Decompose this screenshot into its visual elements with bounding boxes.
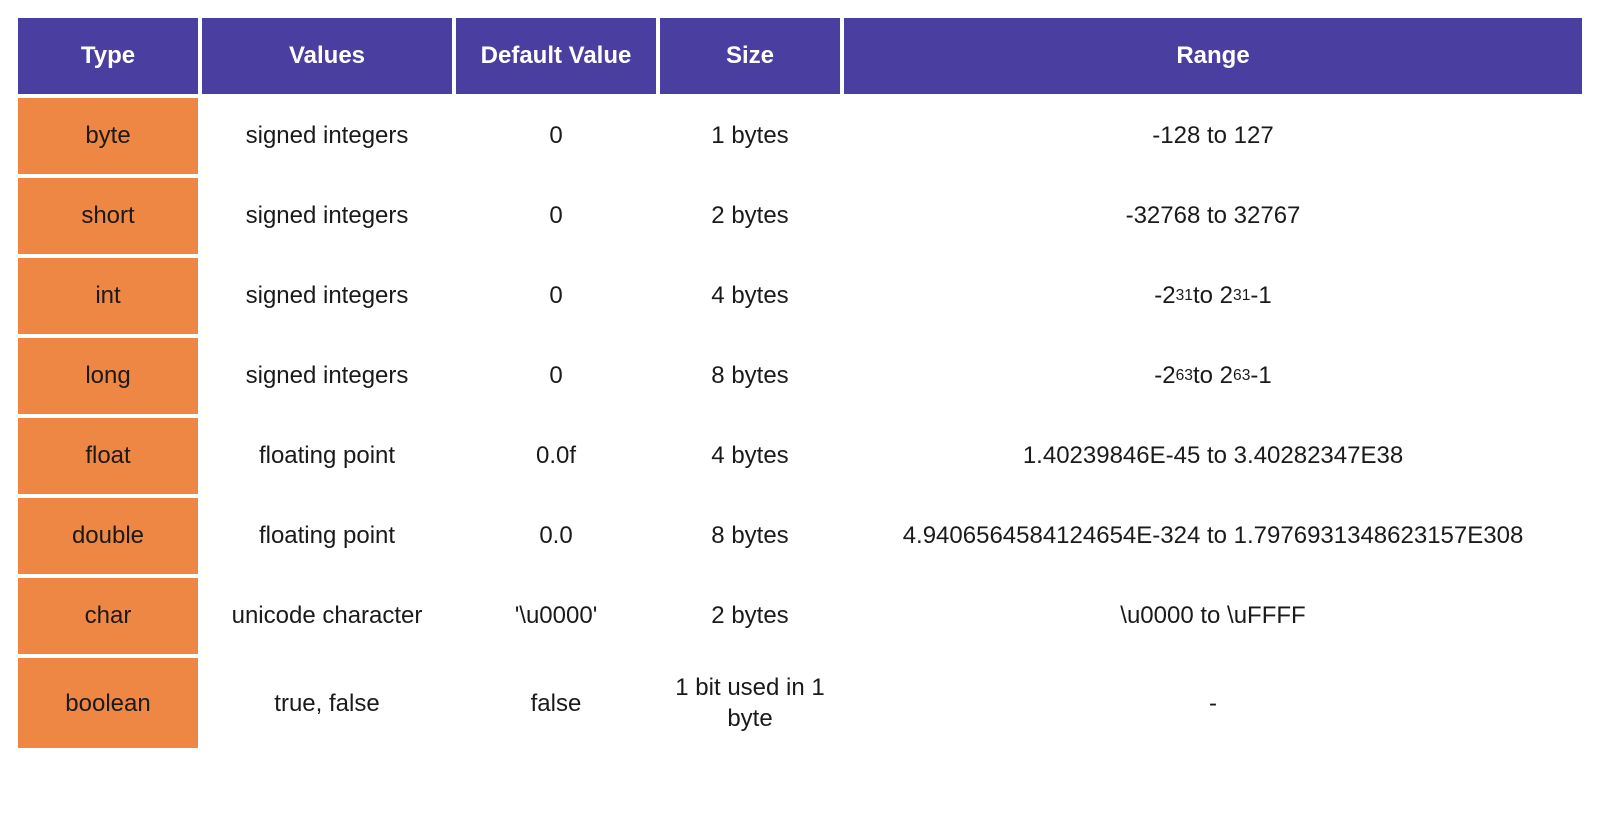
cell-type: double bbox=[18, 498, 198, 574]
cell-default: 0.0f bbox=[456, 418, 656, 494]
cell-values: signed integers bbox=[202, 98, 452, 174]
table-row: bytesigned integers01 bytes-128 to 127 bbox=[18, 98, 1582, 174]
cell-size: 8 bytes bbox=[660, 498, 840, 574]
table-row: charunicode character'\u0000'2 bytes\u00… bbox=[18, 578, 1582, 654]
cell-values: floating point bbox=[202, 418, 452, 494]
table-row: doublefloating point0.08 bytes4.94065645… bbox=[18, 498, 1582, 574]
cell-size: 4 bytes bbox=[660, 258, 840, 334]
cell-size: 1 bytes bbox=[660, 98, 840, 174]
table-row: shortsigned integers02 bytes-32768 to 32… bbox=[18, 178, 1582, 254]
table-header-row: Type Values Default Value Size Range bbox=[18, 18, 1582, 94]
header-type: Type bbox=[18, 18, 198, 94]
cell-default: 0 bbox=[456, 98, 656, 174]
cell-values: signed integers bbox=[202, 258, 452, 334]
table-row: intsigned integers04 bytes-231 to 231 -1 bbox=[18, 258, 1582, 334]
data-types-table: Type Values Default Value Size Range byt… bbox=[0, 0, 1600, 770]
cell-size: 4 bytes bbox=[660, 418, 840, 494]
cell-range: \u0000 to \uFFFF bbox=[844, 578, 1582, 654]
cell-range: -32768 to 32767 bbox=[844, 178, 1582, 254]
cell-default: '\u0000' bbox=[456, 578, 656, 654]
cell-type: int bbox=[18, 258, 198, 334]
cell-size: 2 bytes bbox=[660, 178, 840, 254]
table-row: longsigned integers08 bytes-263 to 263 -… bbox=[18, 338, 1582, 414]
cell-size: 1 bit used in 1 byte bbox=[660, 658, 840, 748]
cell-type: long bbox=[18, 338, 198, 414]
cell-range: -128 to 127 bbox=[844, 98, 1582, 174]
table-row: floatfloating point0.0f4 bytes1.40239846… bbox=[18, 418, 1582, 494]
cell-default: 0 bbox=[456, 258, 656, 334]
cell-default: 0.0 bbox=[456, 498, 656, 574]
header-range: Range bbox=[844, 18, 1582, 94]
cell-default: false bbox=[456, 658, 656, 748]
table-body: bytesigned integers01 bytes-128 to 127sh… bbox=[18, 98, 1582, 748]
header-size: Size bbox=[660, 18, 840, 94]
cell-range: -231 to 231 -1 bbox=[844, 258, 1582, 334]
cell-type: char bbox=[18, 578, 198, 654]
cell-size: 2 bytes bbox=[660, 578, 840, 654]
cell-type: boolean bbox=[18, 658, 198, 748]
header-values: Values bbox=[202, 18, 452, 94]
cell-default: 0 bbox=[456, 178, 656, 254]
cell-default: 0 bbox=[456, 338, 656, 414]
cell-values: unicode character bbox=[202, 578, 452, 654]
cell-values: signed integers bbox=[202, 338, 452, 414]
cell-values: true, false bbox=[202, 658, 452, 748]
cell-range: 4.9406564584124654E-324 to 1.79769313486… bbox=[844, 498, 1582, 574]
cell-values: floating point bbox=[202, 498, 452, 574]
cell-type: float bbox=[18, 418, 198, 494]
header-default: Default Value bbox=[456, 18, 656, 94]
table-row: booleantrue, falsefalse1 bit used in 1 b… bbox=[18, 658, 1582, 748]
cell-type: short bbox=[18, 178, 198, 254]
cell-range: -263 to 263 -1 bbox=[844, 338, 1582, 414]
cell-range: - bbox=[844, 658, 1582, 748]
cell-range: 1.40239846E-45 to 3.40282347E38 bbox=[844, 418, 1582, 494]
cell-type: byte bbox=[18, 98, 198, 174]
cell-values: signed integers bbox=[202, 178, 452, 254]
cell-size: 8 bytes bbox=[660, 338, 840, 414]
